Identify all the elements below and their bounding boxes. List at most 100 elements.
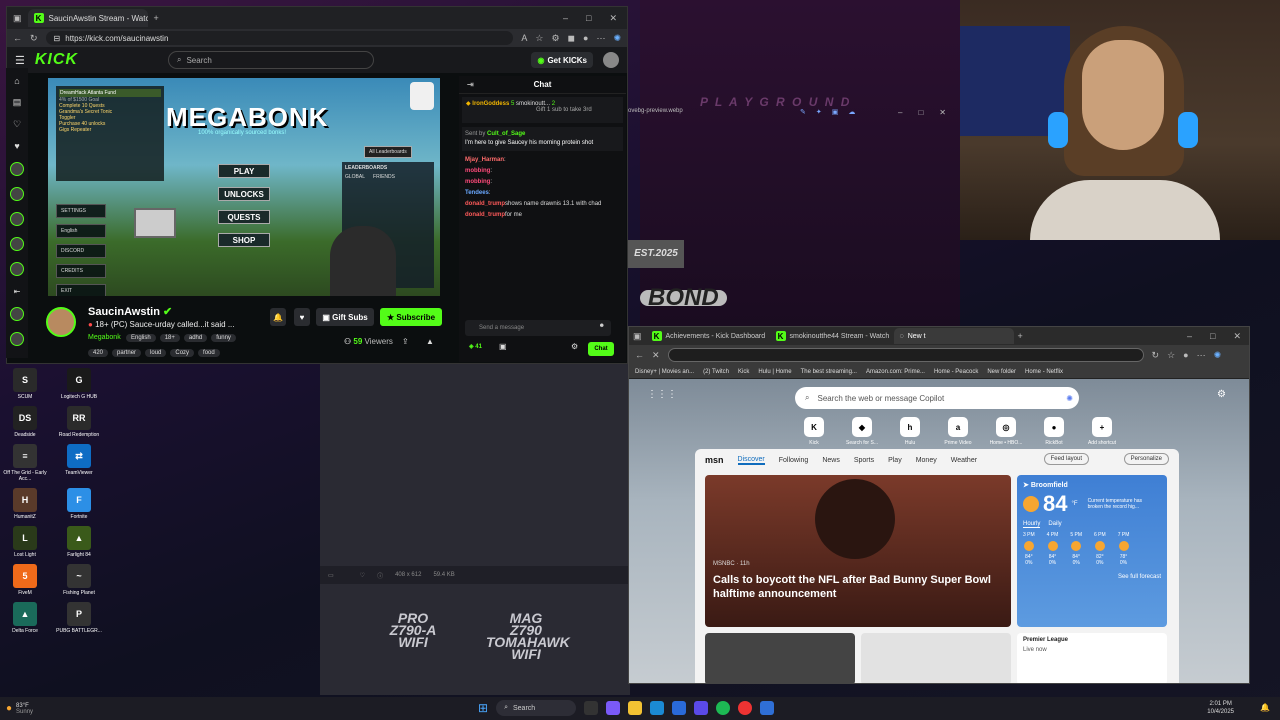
chat-username[interactable]: donald_trump bbox=[465, 212, 505, 218]
chat-username[interactable]: Mjay_Harman bbox=[465, 157, 504, 163]
desktop-shortcut[interactable]: ▲ Delta Force bbox=[0, 602, 50, 634]
close-icon[interactable]: ✕ bbox=[939, 108, 946, 117]
msn-logo[interactable]: msn bbox=[705, 455, 724, 465]
tag[interactable]: funny bbox=[211, 334, 236, 342]
home-icon[interactable]: ⌂ bbox=[14, 76, 19, 86]
follow-heart-button[interactable]: ♥ bbox=[294, 308, 310, 326]
edge-url-field[interactable] bbox=[667, 348, 1144, 362]
copilot-icon[interactable]: ✺ bbox=[1214, 350, 1222, 360]
desktop-shortcut[interactable]: ▲ Farlight 84 bbox=[54, 526, 104, 558]
image-viewer-titlebar[interactable]: ovebg-preview.webp ✎ ✦ ▣ ☁ – □ ✕ bbox=[628, 108, 958, 122]
top-gifter-name[interactable]: IronGoddess bbox=[472, 101, 509, 107]
chat-message-input[interactable]: Send a message ☻ bbox=[465, 320, 611, 336]
top-news-card[interactable]: MSNBC · 11h Calls to boycott the NFL aft… bbox=[705, 475, 1011, 627]
feed-nav-item[interactable]: Sports bbox=[854, 457, 874, 464]
get-kicks-button[interactable]: ◉ Get KICKs bbox=[531, 52, 593, 68]
feed-nav-item[interactable]: Money bbox=[916, 457, 937, 464]
sports-card[interactable]: Premier League Live now bbox=[1017, 633, 1167, 683]
weather-tab-daily[interactable]: Daily bbox=[1048, 521, 1061, 528]
feed-nav-item[interactable]: News bbox=[822, 457, 840, 464]
shortcut-tile[interactable]: ● RickBot bbox=[1034, 417, 1074, 446]
edge-tab[interactable]: K Achievements - Kick Dashboard bbox=[646, 328, 766, 344]
copilot-icon[interactable]: ✺ bbox=[613, 33, 621, 43]
shortcut-tile[interactable]: h Hulu bbox=[890, 417, 930, 446]
followed-channel-avatar[interactable] bbox=[10, 262, 24, 276]
followed-channel-avatar[interactable] bbox=[10, 332, 24, 346]
favorite-link[interactable]: Amazon.com: Prime... bbox=[866, 369, 925, 375]
shortcut-tile[interactable]: a Prime Video bbox=[938, 417, 978, 446]
shortcut-tile[interactable]: ◆ Search for S... bbox=[842, 417, 882, 446]
app-icon[interactable] bbox=[738, 701, 753, 715]
kicks-balance[interactable]: ◈ 41 bbox=[469, 343, 482, 350]
followed-channel-avatar[interactable] bbox=[10, 187, 24, 201]
minimize-icon[interactable]: – bbox=[563, 13, 568, 23]
task-view-icon[interactable] bbox=[584, 701, 599, 715]
channel-name[interactable]: SaucinAwstin ✔ bbox=[88, 305, 172, 318]
taskbar-weather[interactable]: ● 83°F Sunny bbox=[0, 703, 33, 715]
gift-icon[interactable]: ▣ bbox=[499, 342, 507, 351]
kick-ext-icon[interactable]: ◼ bbox=[568, 33, 575, 43]
emote-picker-icon[interactable]: ☻ bbox=[599, 323, 605, 329]
store-app-icon[interactable] bbox=[672, 701, 687, 715]
chat-username[interactable]: mobbing bbox=[465, 168, 490, 174]
desktop-shortcut[interactable]: S SCUM bbox=[0, 368, 50, 400]
tag[interactable]: 420 bbox=[88, 349, 109, 357]
desktop-shortcut[interactable]: P PUBG BATTLEGR... bbox=[54, 602, 104, 634]
followed-channel-avatar[interactable] bbox=[10, 307, 24, 321]
hamburger-menu-icon[interactable]: ☰ bbox=[15, 54, 25, 67]
desktop-shortcut[interactable]: F Fortnite bbox=[54, 488, 104, 520]
tab-actions-icon[interactable]: ▣ bbox=[13, 13, 22, 23]
tab-kick-stream[interactable]: K SaucinAwstin Stream - Watch Liv ✕ bbox=[27, 9, 148, 27]
browse-icon[interactable]: ▤ bbox=[13, 97, 22, 108]
apps-grid-icon[interactable]: ⋮⋮⋮ bbox=[647, 389, 677, 400]
read-aloud-icon[interactable]: A bbox=[521, 33, 527, 43]
channel-avatar[interactable] bbox=[46, 307, 76, 337]
subscribe-button[interactable]: ★ Subscribe bbox=[380, 308, 442, 326]
minimize-icon[interactable]: – bbox=[898, 108, 902, 117]
taskbar-clock[interactable]: 2:01 PM 10/4/2025 bbox=[1207, 700, 1234, 716]
shortcut-tile[interactable]: K Kick bbox=[794, 417, 834, 446]
chat-username[interactable]: mobbing bbox=[465, 179, 490, 185]
desktop-shortcut[interactable]: H HumanitZ bbox=[0, 488, 50, 520]
feed-nav-item[interactable]: Discover bbox=[737, 456, 765, 465]
refresh-icon[interactable]: ↻ bbox=[1152, 350, 1160, 360]
followed-channel-avatar[interactable] bbox=[10, 212, 24, 226]
collapse-chat-icon[interactable]: ⇥ bbox=[467, 80, 474, 89]
desktop-shortcut[interactable]: G Logitech G HUB bbox=[54, 368, 104, 400]
personalize-button[interactable]: Personalize bbox=[1123, 453, 1169, 465]
stream-video-player[interactable]: DreamHack Atlanta Fund 4% of $1500 Goal … bbox=[48, 78, 440, 296]
notify-bell-button[interactable]: 🔔 bbox=[270, 308, 286, 326]
desktop-shortcut[interactable]: RR Road Redemption bbox=[54, 406, 104, 438]
see-forecast-link[interactable]: See full forecast bbox=[1023, 574, 1161, 580]
desktop-shortcut[interactable]: ≡ Off The Grid - Early Acc... bbox=[0, 444, 50, 482]
url-field[interactable]: ⊟ https://kick.com/saucinawstin bbox=[45, 31, 514, 45]
tag[interactable]: Cozy bbox=[170, 349, 195, 357]
favorite-link[interactable]: Home - Netflix bbox=[1025, 369, 1063, 375]
stream-category[interactable]: Megabonk bbox=[88, 334, 121, 341]
spotify-app-icon[interactable] bbox=[716, 701, 731, 715]
followed-channel-avatar[interactable] bbox=[10, 237, 24, 251]
favorite-link[interactable]: Kick bbox=[738, 369, 749, 375]
weather-card[interactable]: ➤ Broomfield 84 °F Current temperature h… bbox=[1017, 475, 1167, 627]
shortcut-tile[interactable]: ◎ Home • HBO... bbox=[986, 417, 1026, 446]
page-settings-icon[interactable]: ⚙ bbox=[1217, 389, 1226, 400]
maximize-icon[interactable]: □ bbox=[1210, 331, 1215, 341]
news-card[interactable] bbox=[861, 633, 1011, 683]
favorite-link[interactable]: The best streaming... bbox=[801, 369, 857, 375]
info-icon[interactable]: ⓘ bbox=[377, 571, 383, 580]
weather-tab-hourly[interactable]: Hourly bbox=[1023, 521, 1041, 528]
favorite-link[interactable]: Disney+ | Movies an... bbox=[635, 369, 694, 375]
feed-nav-item[interactable]: Weather bbox=[951, 457, 977, 464]
feed-nav-item[interactable]: Following bbox=[779, 457, 809, 464]
feed-nav-item[interactable]: Play bbox=[888, 457, 902, 464]
back-icon[interactable]: ← bbox=[635, 350, 644, 360]
shortcut-tile[interactable]: + Add shortcut bbox=[1082, 417, 1122, 446]
share-icon[interactable]: ⇪ bbox=[402, 337, 409, 346]
kick-search-input[interactable]: ⌕ Search bbox=[167, 51, 374, 69]
minimize-icon[interactable]: – bbox=[1187, 331, 1192, 341]
site-info-icon[interactable]: ⊟ bbox=[54, 34, 61, 43]
new-tab-button[interactable]: + bbox=[154, 13, 159, 23]
profile-icon[interactable]: ● bbox=[583, 33, 588, 43]
favorite-link[interactable]: Home - Peacock bbox=[934, 369, 978, 375]
desktop-shortcut[interactable]: 5 FiveM bbox=[0, 564, 50, 596]
